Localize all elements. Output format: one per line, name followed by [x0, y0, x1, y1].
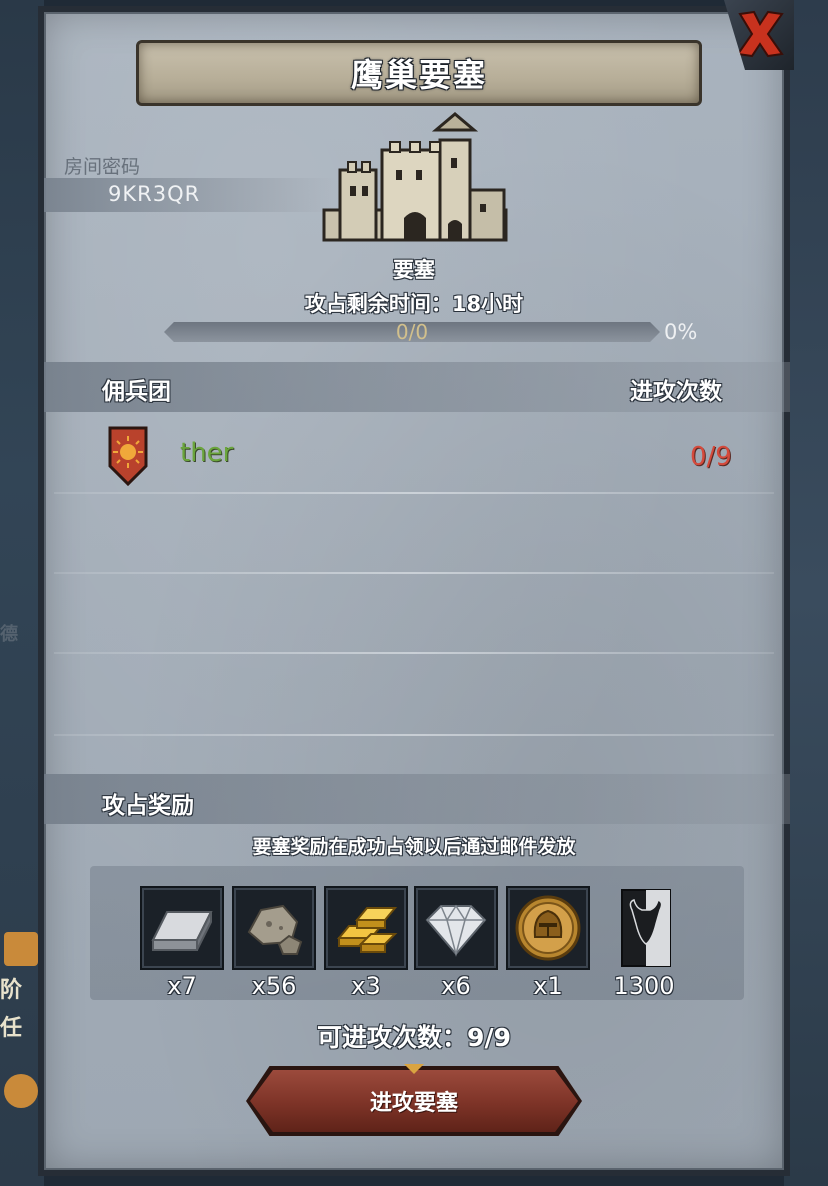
reward-note: 要塞奖励在成功占领以后通过邮件发放 [252, 836, 576, 858]
row-divider [54, 492, 774, 494]
reward-qty-iron: x7 [167, 972, 197, 1000]
mercenary-section-title: 佣兵团 [102, 379, 171, 405]
reward-item-stone[interactable] [232, 886, 316, 970]
reward-qty-diamond: x6 [441, 972, 471, 1000]
side-target-icon[interactable] [4, 1074, 38, 1108]
capture-progress-text: 0/0 [395, 320, 429, 344]
row-divider [54, 572, 774, 574]
chevron-down-icon [404, 1064, 424, 1074]
room-code-label: 房间密码 [64, 156, 141, 178]
bull-banner-icon [621, 889, 671, 967]
attack-fortress-button[interactable]: 进攻要塞 [250, 1070, 578, 1132]
capture-progress-percent: 0% [664, 320, 698, 344]
reward-qty-banner: 1300 [613, 972, 675, 1000]
fortress-name: 要塞 [393, 258, 435, 282]
attack-times: 可进攻次数：9/9 [0, 1018, 828, 1054]
reward-qty-helmet-coin: x1 [533, 972, 563, 1000]
page-title: 鹰巢要塞 [350, 56, 487, 94]
title-banner: 鹰巢要塞 [136, 40, 702, 106]
close-icon [736, 10, 784, 58]
knight-helmet-coin-icon [515, 895, 581, 961]
side-text-bg: 德 [0, 624, 18, 645]
remaining-time: 攻占剩余时间：18小时 [0, 288, 828, 318]
diamond-icon [425, 904, 487, 957]
iron-ingot-icon [151, 911, 213, 951]
reward-qty-stone: x56 [251, 972, 297, 1000]
remaining-time-value: 18 [451, 292, 482, 316]
reward-item-gold[interactable] [324, 886, 408, 970]
gold-bars-icon [336, 907, 398, 953]
reward-item-banner[interactable] [604, 886, 688, 970]
row-divider [54, 652, 774, 654]
reward-item-diamond[interactable] [414, 886, 498, 970]
reward-item-helmet-coin[interactable] [506, 886, 590, 970]
attack-times-label: 可进攻次数： [317, 1023, 468, 1052]
attack-count-header: 进攻次数 [630, 379, 722, 405]
attack-times-value: 9/9 [467, 1023, 511, 1052]
mercenary-attack-count: 0/9 [690, 442, 732, 472]
background-right [784, 0, 828, 1186]
reward-item-iron[interactable] [140, 886, 224, 970]
row-divider [54, 734, 774, 736]
sun-shield-icon [108, 426, 148, 486]
reward-section-title: 攻占奖励 [102, 793, 194, 819]
attack-fortress-button-label: 进攻要塞 [369, 1091, 458, 1116]
remaining-time-unit: 小时 [481, 292, 524, 316]
room-code-value[interactable]: 9KR3QR [108, 182, 200, 206]
stone-ore-icon [247, 904, 303, 955]
mercenary-name[interactable]: ther [180, 438, 233, 468]
remaining-time-label: 攻占剩余时间： [304, 292, 452, 316]
reward-qty-gold: x3 [351, 972, 381, 1000]
fortress-icon [322, 112, 508, 242]
side-task-icon[interactable] [4, 932, 38, 966]
side-text-stage: 阶 [0, 978, 23, 1003]
